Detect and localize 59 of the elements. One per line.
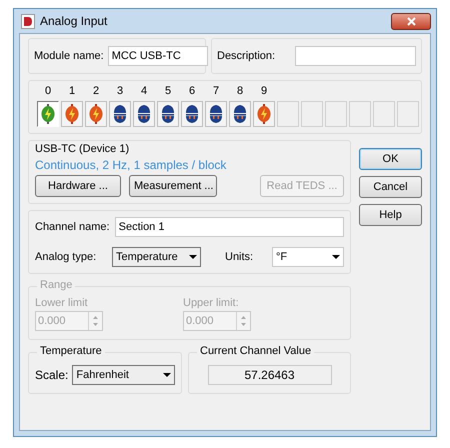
channel-number: 9: [260, 85, 268, 98]
plug-icon: [208, 104, 224, 124]
channel-name-field[interactable]: Section 1: [114, 217, 344, 237]
channel-button[interactable]: [205, 101, 227, 127]
module-name-field[interactable]: MCC USB-TC: [108, 46, 208, 66]
lightning-icon: [89, 104, 103, 124]
channel-number: 0: [44, 85, 52, 98]
limit-label: Lower limit: [35, 297, 89, 309]
current-value-title: Current Channel Value: [197, 345, 314, 357]
device-button[interactable]: Measurement ...: [129, 175, 217, 197]
description-label: Description:: [217, 50, 276, 62]
channel-button[interactable]: [109, 101, 131, 127]
channel-number: 8: [236, 85, 244, 98]
caret-icon: [332, 255, 340, 259]
plug-icon: [160, 104, 176, 124]
device-button[interactable]: Hardware ...: [35, 175, 121, 197]
dialog-button[interactable]: OK: [359, 148, 422, 170]
plug-icon: [232, 104, 248, 124]
scale-dropdown[interactable]: Fahrenheit: [72, 365, 175, 385]
device-title: USB-TC (Device 1): [35, 143, 130, 155]
channel-button[interactable]: [157, 101, 179, 127]
channel-button[interactable]: [229, 101, 251, 127]
close-icon: [406, 16, 416, 26]
analog-type-label: Analog type:: [35, 251, 98, 263]
channel-number: 7: [212, 85, 220, 98]
caret-icon: [189, 255, 197, 259]
plug-icon: [112, 104, 128, 124]
dialog-button[interactable]: Help: [359, 204, 422, 226]
lightning-icon: [257, 104, 271, 124]
plug-icon: [184, 104, 200, 124]
channel-number: 1: [68, 85, 76, 98]
caret-icon: [163, 373, 171, 377]
units-label: Units:: [225, 251, 254, 263]
channel-number: 5: [164, 85, 172, 98]
analog-type-dropdown[interactable]: Temperature: [112, 247, 201, 267]
lightning-icon: [65, 104, 79, 124]
range-title: Range: [37, 279, 76, 291]
acquisition-info: Continuous, 2 Hz, 1 samples / block: [35, 158, 228, 172]
channel-number: 4: [140, 85, 148, 98]
temperature-title: Temperature: [37, 345, 105, 357]
close-button[interactable]: [391, 12, 431, 30]
lightning-icon: [41, 104, 55, 124]
scale-label: Scale:: [35, 368, 68, 382]
limit-label: Upper limit:: [183, 297, 240, 309]
plug-icon: [136, 104, 152, 124]
description-field[interactable]: [295, 46, 416, 66]
channel-button[interactable]: [133, 101, 155, 127]
channel-name-label: Channel name:: [35, 221, 110, 233]
module-name-label: Module name:: [34, 50, 104, 62]
channel-button[interactable]: [37, 101, 59, 127]
dialog-button[interactable]: Cancel: [359, 176, 422, 198]
window-title: Analog Input: [40, 14, 108, 28]
app-icon: [21, 14, 35, 28]
current-value-display: 57.26463: [208, 365, 332, 385]
channel-number: 3: [116, 85, 124, 98]
channel-button[interactable]: [181, 101, 203, 127]
channel-number: 6: [188, 85, 196, 98]
units-dropdown[interactable]: °F: [272, 247, 344, 267]
channel-number: 2: [92, 85, 100, 98]
